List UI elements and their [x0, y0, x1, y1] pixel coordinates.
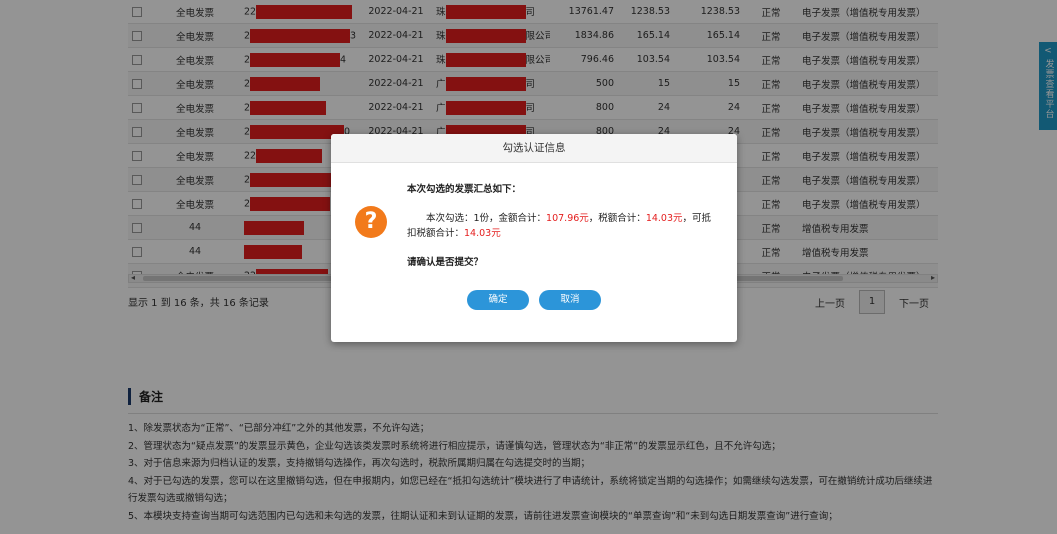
summary-prefix: 本次勾选：1份，金额合计：	[426, 213, 547, 224]
dialog-buttons: 确定 取消	[467, 290, 601, 310]
ok-button[interactable]: 确定	[467, 290, 529, 310]
confirm-dialog: 勾选认证信息 ? 本次勾选的发票汇总如下： 本次勾选：1份，金额合计：107.9…	[331, 134, 737, 342]
summary-heading: 本次勾选的发票汇总如下：	[407, 184, 522, 195]
cancel-button[interactable]: 取消	[539, 290, 601, 310]
confirm-question: 请确认是否提交？	[407, 257, 484, 268]
deductible-tax-total: 14.03元	[464, 228, 501, 239]
amount-total: 107.96元	[546, 213, 589, 224]
dialog-title: 勾选认证信息	[331, 134, 737, 163]
dialog-body: 本次勾选的发票汇总如下： 本次勾选：1份，金额合计：107.96元，税额合计：1…	[407, 182, 717, 270]
tax-total: 14.03元	[645, 213, 683, 224]
summary-line: 本次勾选：1份，金额合计：107.96元，税额合计：14.03元，可抵扣税额合计…	[407, 211, 717, 241]
tax-label: ，税额合计：	[588, 213, 646, 224]
question-icon: ?	[355, 206, 387, 238]
